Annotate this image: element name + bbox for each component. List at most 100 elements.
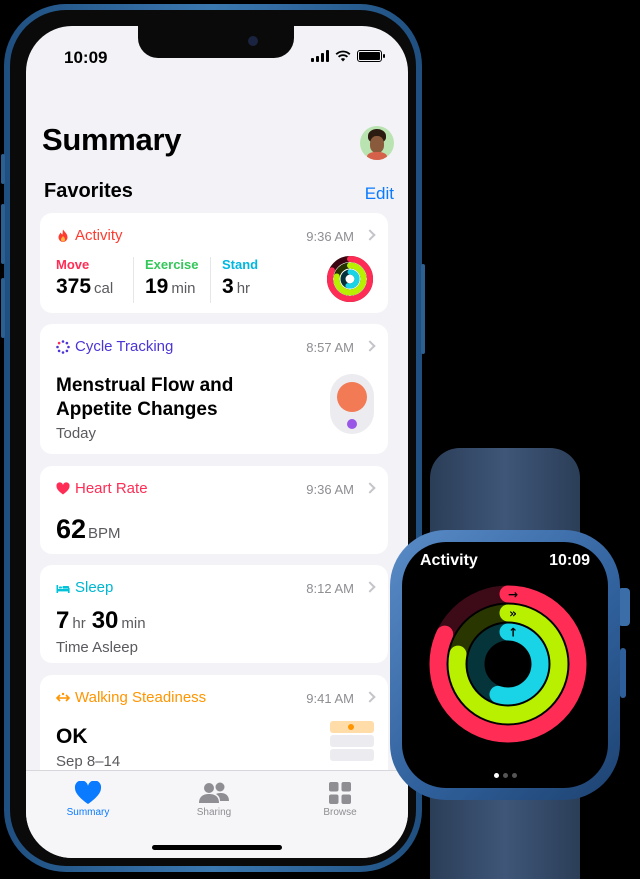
- watch-screen: Activity 10:09 → » ↑: [402, 542, 608, 788]
- apple-watch: Activity 10:09 → » ↑: [390, 530, 620, 800]
- sleep-duration: 7 hr 30 min: [56, 607, 146, 635]
- page-dot: [502, 773, 508, 778]
- edit-button[interactable]: Edit: [365, 184, 394, 204]
- walking-steadiness-card[interactable]: Walking Steadiness 9:41 AM OK Sep 8–14: [40, 675, 388, 785]
- heart-rate-unit: BPM: [88, 525, 121, 542]
- page-dot: [511, 773, 517, 778]
- walking-card-time: 9:41 AM: [306, 691, 354, 706]
- sleep-card[interactable]: Sleep 8:12 AM 7 hr 30 min Time Asleep: [40, 565, 388, 663]
- activity-card-time: 9:36 AM: [306, 229, 354, 244]
- heart-rate-card[interactable]: Heart Rate 9:36 AM 62 BPM: [40, 466, 388, 554]
- activity-card-header: Activity: [56, 227, 123, 244]
- chevron-right-icon: [364, 691, 376, 703]
- tab-browse[interactable]: Browse: [300, 779, 380, 818]
- heart-card-header: Heart Rate: [56, 480, 148, 497]
- status-time: 10:09: [64, 48, 108, 67]
- page-indicator: [402, 773, 608, 778]
- heart-card-time: 9:36 AM: [306, 482, 354, 497]
- stand-metric: Stand 3 hr: [222, 257, 258, 299]
- sleep-subtitle: Time Asleep: [56, 639, 138, 656]
- sleep-card-title: Sleep: [75, 579, 114, 596]
- watch-activity-rings: → » ↑: [429, 585, 587, 743]
- tab-summary-label: Summary: [66, 807, 110, 818]
- cycle-log-icon: [330, 374, 374, 434]
- activity-rings-icon: [327, 256, 373, 302]
- sleep-minutes-unit: min: [121, 615, 146, 632]
- walking-card-title: Walking Steadiness: [75, 689, 207, 706]
- move-label: Move: [56, 257, 90, 272]
- home-indicator: [152, 845, 282, 850]
- power-button: [421, 264, 425, 354]
- move-unit: cal: [94, 280, 114, 297]
- favorites-header: Favorites: [44, 180, 133, 202]
- watch-time: 10:09: [549, 552, 590, 569]
- divider: [133, 257, 134, 303]
- walking-steadiness-icon: [56, 692, 70, 702]
- heart-icon: [56, 481, 70, 494]
- heart-rate-reading: 62 BPM: [56, 514, 121, 545]
- cycle-card-header: Cycle Tracking: [56, 338, 173, 355]
- exercise-metric: Exercise 19 min: [145, 257, 199, 299]
- heart-icon: [74, 781, 102, 804]
- stand-ring-arrow-icon: ↑: [508, 626, 518, 640]
- chevron-right-icon: [364, 482, 376, 494]
- mute-switch: [1, 154, 5, 184]
- activity-card-title: Activity: [75, 227, 123, 244]
- cycle-date: Today: [56, 425, 97, 442]
- cycle-tracking-card[interactable]: Cycle Tracking 8:57 AM Menstrual Flow an…: [40, 324, 388, 454]
- page-dot: [493, 773, 499, 778]
- cycle-card-time: 8:57 AM: [306, 340, 354, 355]
- divider: [210, 257, 211, 303]
- chevron-right-icon: [364, 229, 376, 241]
- sleep-minutes: 30: [91, 607, 119, 634]
- health-app-screen: 10:09 Summary Favorites Edit Activity 9:…: [26, 26, 408, 858]
- flame-icon: [58, 229, 68, 242]
- sleep-hours-unit: hr: [72, 615, 86, 632]
- tab-sharing-label: Sharing: [196, 807, 232, 818]
- chevron-right-icon: [364, 581, 376, 593]
- tab-sharing[interactable]: Sharing: [174, 779, 254, 818]
- exercise-label: Exercise: [145, 257, 199, 272]
- sleep-hours: 7: [56, 607, 70, 634]
- tab-bar: Summary Sharing Browse: [26, 770, 408, 858]
- stand-value: 3: [222, 275, 234, 298]
- cycle-symptom-line2: Appetite Changes: [56, 399, 218, 420]
- cycle-symptom-line1: Menstrual Flow and: [56, 375, 234, 396]
- volume-up-button: [1, 204, 5, 264]
- exercise-ring-arrow-icon: »: [509, 607, 517, 621]
- cellular-signal-icon: [311, 50, 329, 62]
- exercise-unit: min: [171, 280, 196, 297]
- tab-summary[interactable]: Summary: [48, 779, 128, 818]
- page-title: Summary: [42, 122, 182, 157]
- people-icon: [199, 782, 229, 803]
- chevron-right-icon: [364, 340, 376, 352]
- notch: [138, 26, 294, 58]
- battery-icon: [357, 50, 385, 62]
- grid-icon: [329, 782, 351, 804]
- move-metric: Move 375 cal: [56, 257, 113, 299]
- wifi-icon: [335, 50, 351, 62]
- steadiness-chart-icon: [330, 721, 374, 761]
- watch-side-button: [620, 648, 626, 698]
- profile-avatar[interactable]: [360, 126, 394, 160]
- heart-card-title: Heart Rate: [75, 480, 148, 497]
- status-icons: [311, 50, 385, 62]
- stand-label: Stand: [222, 257, 259, 272]
- stand-unit: hr: [236, 280, 251, 297]
- cycle-tracking-icon: [56, 339, 70, 354]
- bed-icon: [56, 584, 70, 593]
- move-ring-arrow-icon: →: [508, 588, 518, 602]
- exercise-value: 19: [145, 275, 169, 298]
- heart-rate-value: 62: [56, 514, 87, 544]
- volume-down-button: [1, 278, 5, 338]
- sleep-card-time: 8:12 AM: [306, 581, 354, 596]
- move-value: 375: [56, 275, 92, 298]
- sleep-card-header: Sleep: [56, 579, 113, 596]
- activity-card[interactable]: Activity 9:36 AM Move 375 cal Exercise 19…: [40, 213, 388, 313]
- cycle-card-title: Cycle Tracking: [75, 338, 174, 355]
- tab-browse-label: Browse: [323, 807, 357, 818]
- walking-steadiness-value: OK: [56, 725, 88, 748]
- watch-app-title: Activity: [420, 552, 478, 569]
- walking-card-header: Walking Steadiness: [56, 689, 206, 706]
- iphone: 10:09 Summary Favorites Edit Activity 9:…: [1, 4, 425, 872]
